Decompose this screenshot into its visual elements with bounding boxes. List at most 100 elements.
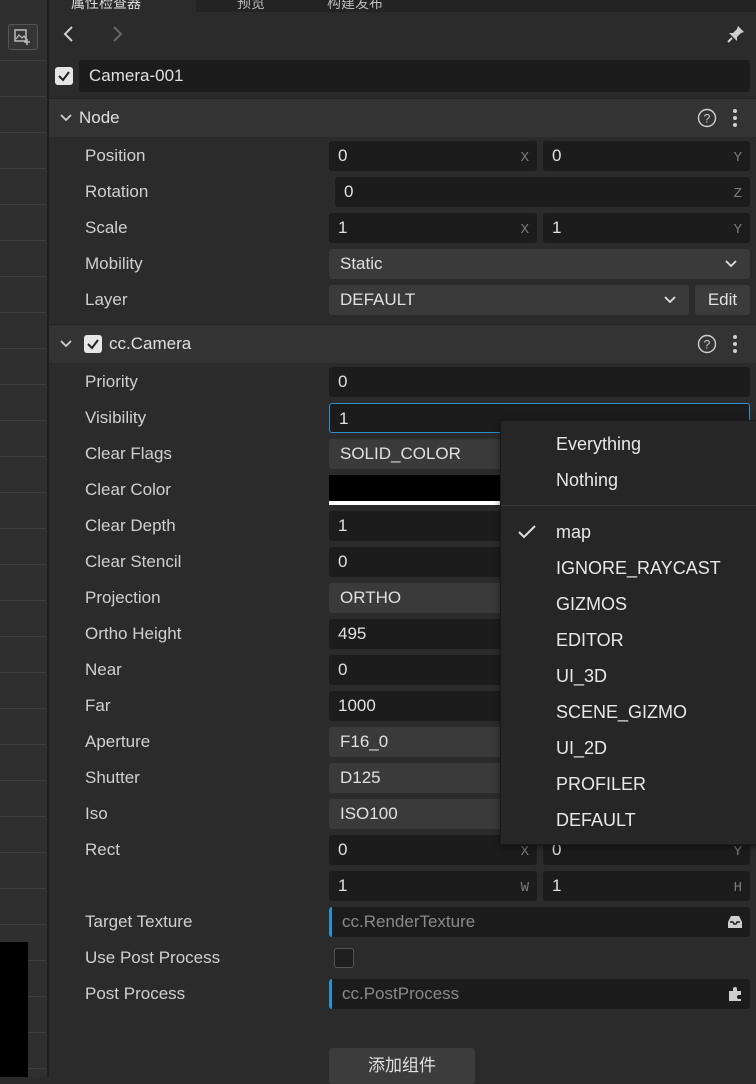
- node-name-input[interactable]: Camera-001: [79, 60, 750, 92]
- layer-value: DEFAULT: [340, 290, 416, 309]
- camera-section-header[interactable]: cc.Camera ?: [49, 324, 756, 363]
- menu-item-layer[interactable]: GIZMOS: [556, 586, 627, 622]
- x-axis-label: X: [520, 222, 529, 238]
- help-icon[interactable]: ?: [697, 334, 717, 354]
- scale-x-input[interactable]: 1 X: [329, 213, 537, 243]
- mobility-value: Static: [340, 254, 383, 273]
- post-process-placeholder: cc.PostProcess: [342, 984, 460, 1003]
- scene-preview: [0, 942, 28, 1077]
- iso-label: Iso: [85, 804, 108, 823]
- position-y-input[interactable]: 0 Y: [543, 141, 750, 171]
- visibility-layer-menu: Everything Nothing map IGNORE_RAYCAST GI…: [500, 420, 756, 845]
- inspector-nav: [49, 12, 756, 58]
- position-y-value: 0: [552, 146, 562, 165]
- svg-text:?: ?: [704, 338, 711, 352]
- menu-item-layer[interactable]: PROFILER: [556, 766, 646, 802]
- target-texture-label: Target Texture: [85, 912, 193, 931]
- menu-separator: [501, 505, 756, 506]
- rotation-label: Rotation: [85, 182, 149, 201]
- scale-y-value: 1: [552, 218, 562, 237]
- tab-build[interactable]: 构建发布: [293, 0, 443, 12]
- scene-view-strip: [0, 0, 48, 1077]
- scale-y-input[interactable]: 1 Y: [543, 213, 750, 243]
- tab-strip: 属性检查器 预览 构建发布: [49, 0, 756, 12]
- clear-color-label: Clear Color: [85, 480, 171, 499]
- visibility-label: Visibility: [85, 408, 147, 427]
- target-texture-placeholder: cc.RenderTexture: [342, 912, 476, 931]
- scene-grid: [0, 60, 46, 1077]
- menu-item-layer[interactable]: map: [556, 514, 591, 550]
- scene-tool-button[interactable]: [8, 24, 38, 50]
- chevron-right-icon: [113, 26, 123, 42]
- scale-label: Scale: [85, 218, 128, 237]
- tab-inspector[interactable]: 属性检查器: [49, 0, 196, 12]
- use-post-process-label: Use Post Process: [85, 948, 221, 967]
- shutter-label: Shutter: [85, 768, 140, 787]
- rect-h-input[interactable]: 1 H: [543, 871, 750, 901]
- menu-item-layer[interactable]: IGNORE_RAYCAST: [556, 550, 721, 586]
- near-label: Near: [85, 660, 122, 679]
- more-options-icon[interactable]: [731, 334, 739, 354]
- layer-edit-button[interactable]: Edit: [695, 285, 750, 315]
- scale-x-value: 1: [338, 218, 348, 237]
- position-label: Position: [85, 146, 146, 165]
- post-process-label: Post Process: [85, 984, 186, 1003]
- add-component-button[interactable]: 添加组件: [329, 1048, 475, 1084]
- rotation-z-input[interactable]: 0 Z: [335, 177, 750, 207]
- post-process-asset-field[interactable]: cc.PostProcess: [329, 979, 750, 1009]
- menu-item-layer[interactable]: EDITOR: [556, 622, 624, 658]
- mobility-select[interactable]: Static: [329, 249, 750, 279]
- forward-button[interactable]: [105, 22, 129, 46]
- priority-label: Priority: [85, 372, 138, 391]
- node-section-header[interactable]: Node ?: [49, 98, 756, 137]
- position-x-input[interactable]: 0 X: [329, 141, 537, 171]
- rect-x-value: 0: [338, 840, 348, 859]
- tab-preview[interactable]: 预览: [197, 0, 292, 12]
- help-icon[interactable]: ?: [697, 108, 717, 128]
- h-axis-label: H: [733, 880, 742, 896]
- layer-select[interactable]: DEFAULT: [329, 285, 689, 315]
- camera-enabled-checkbox[interactable]: [84, 335, 102, 353]
- rotation-z-value: 0: [344, 182, 354, 201]
- node-active-checkbox[interactable]: [55, 67, 73, 85]
- more-options-icon[interactable]: [731, 108, 739, 128]
- tab-preview-label: 预览: [237, 0, 265, 11]
- w-axis-label: W: [520, 880, 529, 896]
- target-texture-asset-field[interactable]: cc.RenderTexture: [329, 907, 750, 937]
- menu-item-nothing[interactable]: Nothing: [556, 462, 618, 498]
- mobility-label: Mobility: [85, 254, 143, 273]
- x-axis-label: X: [520, 150, 529, 166]
- camera-section-title: cc.Camera: [109, 334, 192, 353]
- aperture-label: Aperture: [85, 732, 151, 751]
- back-button[interactable]: [57, 22, 81, 46]
- projection-label: Projection: [85, 588, 161, 607]
- priority-input[interactable]: 0: [329, 367, 750, 397]
- clear-depth-label: Clear Depth: [85, 516, 176, 535]
- menu-item-layer[interactable]: UI_3D: [556, 658, 607, 694]
- far-label: Far: [85, 696, 111, 715]
- puzzle-icon[interactable]: [726, 985, 744, 1003]
- pin-icon: [727, 26, 744, 43]
- position-x-value: 0: [338, 146, 348, 165]
- rect-h-value: 1: [552, 876, 562, 895]
- chevron-down-icon: [60, 114, 72, 122]
- pin-button[interactable]: [724, 22, 748, 46]
- y-axis-label: Y: [733, 222, 742, 238]
- menu-item-layer[interactable]: SCENE_GIZMO: [556, 694, 687, 730]
- tab-inspector-label: 属性检查器: [71, 0, 141, 11]
- node-section-title: Node: [79, 108, 120, 127]
- asset-browse-icon[interactable]: [726, 913, 744, 931]
- menu-item-layer[interactable]: UI_2D: [556, 730, 607, 766]
- z-axis-label: Z: [733, 186, 742, 202]
- chevron-down-icon: [664, 296, 676, 304]
- checkmark-icon: [518, 525, 536, 539]
- y-axis-label: Y: [733, 150, 742, 166]
- chevron-down-icon: [725, 260, 737, 268]
- menu-item-layer[interactable]: DEFAULT: [556, 802, 636, 838]
- rect-label: Rect: [85, 840, 120, 859]
- use-post-process-checkbox[interactable]: [334, 948, 354, 968]
- menu-item-everything[interactable]: Everything: [556, 426, 641, 462]
- clear-flags-label: Clear Flags: [85, 444, 172, 463]
- rect-w-input[interactable]: 1 W: [329, 871, 537, 901]
- check-icon: [58, 71, 70, 82]
